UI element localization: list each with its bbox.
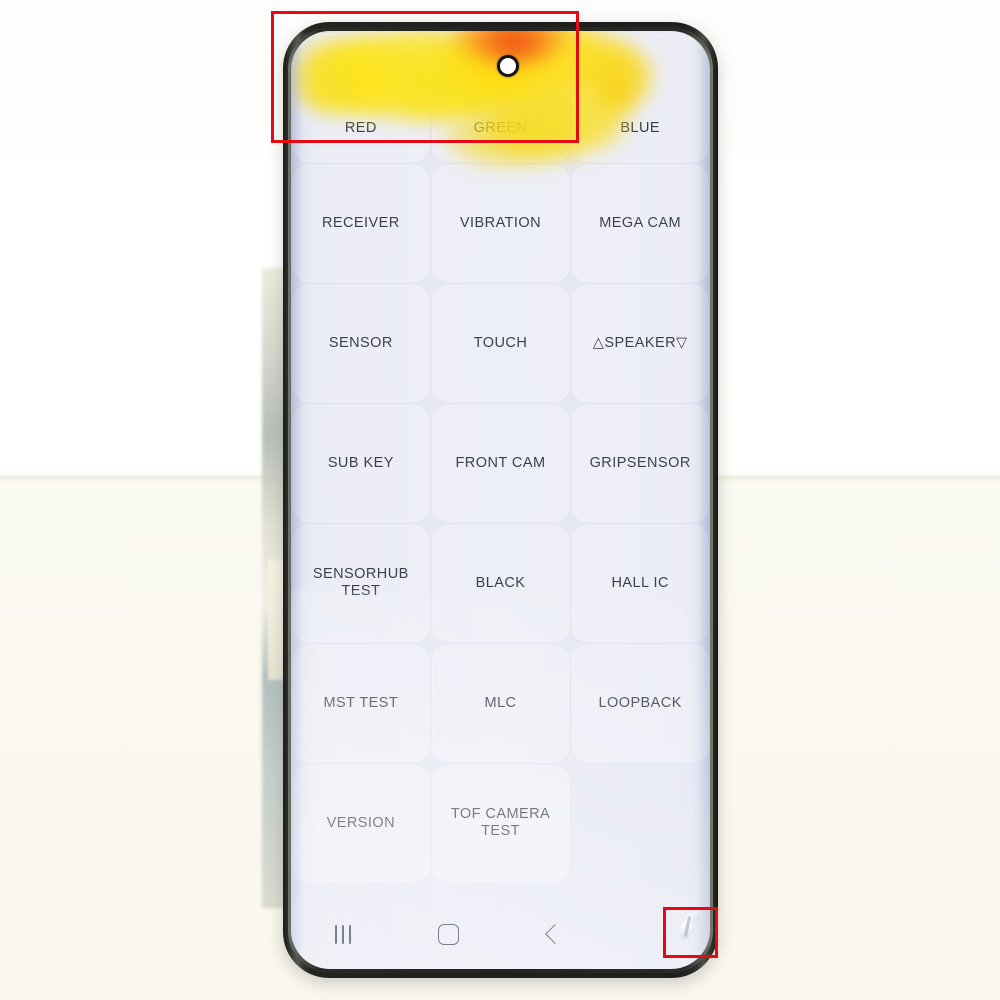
test-button-label: MLC (484, 694, 517, 711)
test-button-label: MST TEST (323, 694, 399, 711)
test-button-label: SENSORHUB TEST (312, 566, 409, 599)
nav-back-button[interactable] (501, 909, 606, 959)
smartphone-device: RED GREEN BLUE RECEIVER VIBRATION MEGA C… (283, 22, 718, 978)
test-button-sensor[interactable]: SENSOR (292, 284, 430, 402)
test-button-mlc[interactable]: MLC (432, 644, 569, 762)
test-button-hall-ic[interactable]: HALL IC (571, 524, 709, 642)
test-button-sensorhub-test[interactable]: SENSORHUB TEST (292, 524, 430, 642)
test-button-loopback[interactable]: LOOPBACK (571, 644, 709, 762)
test-button-label: MEGA CAM (599, 214, 682, 231)
test-button-label: SENSOR (328, 334, 393, 351)
test-button-red[interactable]: RED (292, 32, 430, 162)
test-button-front-cam[interactable]: FRONT CAM (432, 404, 569, 522)
nav-empty-slot (605, 909, 710, 959)
back-chevron-icon (545, 924, 566, 944)
test-button-label: TOF CAMERA TEST (450, 806, 551, 839)
recents-icon (334, 924, 352, 944)
test-button-mega-cam[interactable]: MEGA CAM (571, 164, 709, 282)
display-test-grid: RED GREEN BLUE RECEIVER VIBRATION MEGA C… (291, 31, 710, 969)
test-button-label: LOOPBACK (598, 694, 682, 711)
test-button-touch[interactable]: TOUCH (432, 284, 569, 402)
test-button-label: VIBRATION (459, 214, 542, 231)
test-button-tof-camera-test[interactable]: TOF CAMERA TEST (432, 764, 569, 882)
test-button-label: △SPEAKER▽ (592, 334, 688, 351)
punch-hole-camera-icon (497, 55, 519, 77)
home-icon (437, 923, 459, 945)
android-navigation-bar (291, 909, 710, 959)
test-button-receiver[interactable]: RECEIVER (292, 164, 430, 282)
test-button-label: BLUE (620, 119, 660, 136)
test-button-blue[interactable]: BLUE (571, 32, 709, 162)
test-button-label: BLACK (475, 574, 526, 591)
test-button-label: TOUCH (473, 334, 528, 351)
test-button-vibration[interactable]: VIBRATION (432, 164, 569, 282)
screenshot-canvas: RED GREEN BLUE RECEIVER VIBRATION MEGA C… (0, 0, 1000, 1000)
test-button-version[interactable]: VERSION (292, 764, 430, 882)
test-button-label: SUB KEY (327, 454, 394, 471)
test-button-speaker[interactable]: △SPEAKER▽ (571, 284, 709, 402)
test-button-label: GRIPSENSOR (589, 454, 691, 471)
nav-home-button[interactable] (396, 909, 501, 959)
test-button-green[interactable]: GREEN (432, 32, 569, 162)
test-button-black[interactable]: BLACK (432, 524, 569, 642)
test-button-label: GREEN (473, 119, 528, 136)
phone-screen: RED GREEN BLUE RECEIVER VIBRATION MEGA C… (291, 31, 710, 969)
test-button-mst-test[interactable]: MST TEST (292, 644, 430, 762)
test-button-label: RECEIVER (321, 214, 400, 231)
test-button-gripsensor[interactable]: GRIPSENSOR (571, 404, 709, 522)
test-button-label: VERSION (326, 814, 396, 831)
test-button-sub-key[interactable]: SUB KEY (292, 404, 430, 522)
test-button-empty-slot (572, 765, 709, 882)
test-button-label: HALL IC (611, 574, 669, 591)
test-button-label: RED (344, 119, 377, 136)
test-button-label: FRONT CAM (455, 454, 546, 471)
nav-recents-button[interactable] (291, 909, 396, 959)
